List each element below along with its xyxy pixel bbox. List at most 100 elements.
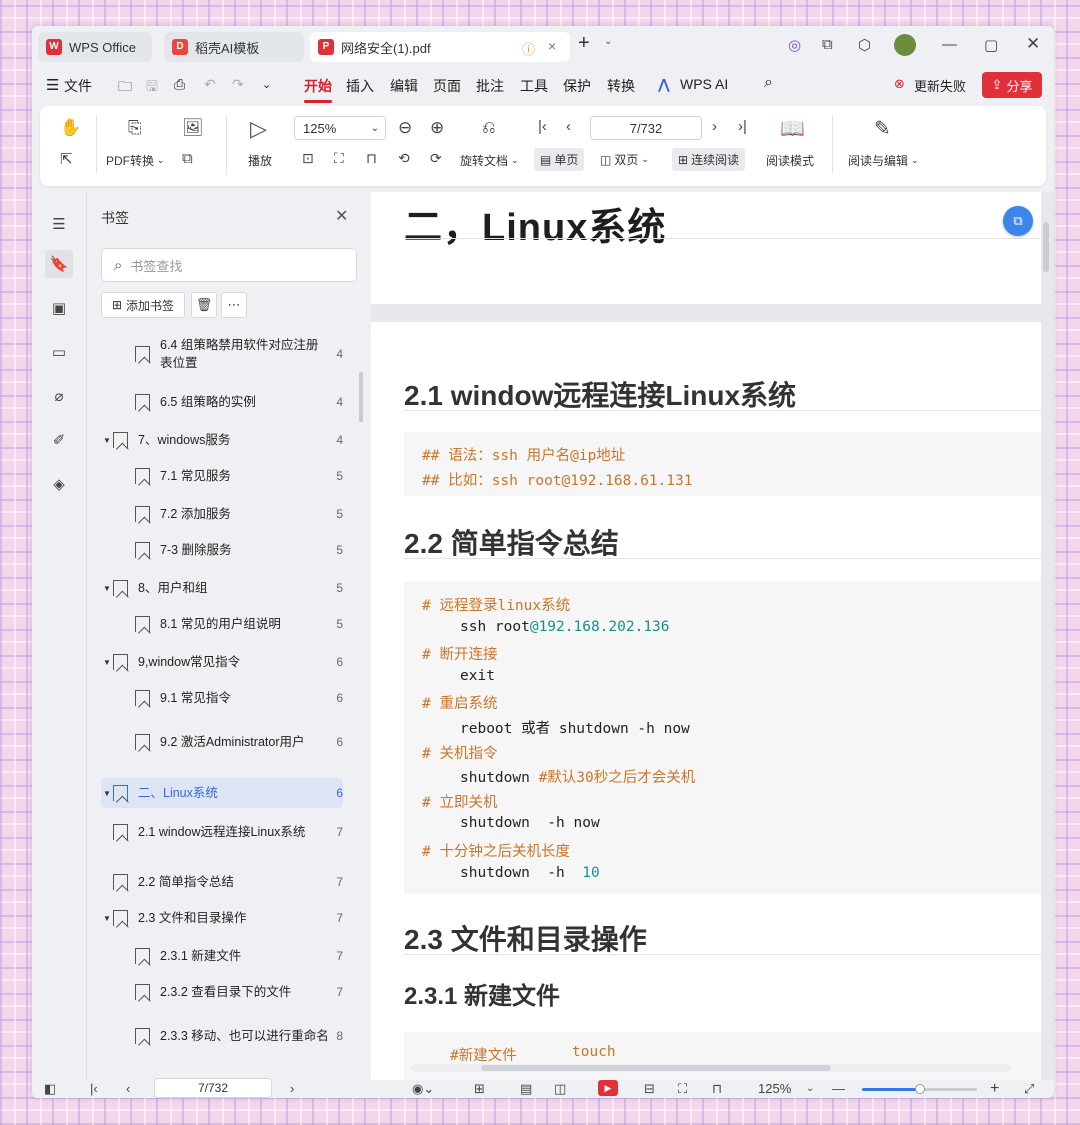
zoom-out-icon[interactable]: ⊖ bbox=[398, 118, 412, 138]
reading-view-icon[interactable]: ⊟ bbox=[644, 1080, 655, 1098]
undo-icon[interactable]: ↶ bbox=[204, 76, 216, 93]
expand-toggle-icon[interactable]: ▼ bbox=[101, 658, 113, 667]
last-page-icon[interactable]: ›| bbox=[738, 118, 747, 135]
first-page-icon[interactable]: |‹ bbox=[538, 118, 547, 135]
play-icon[interactable]: ▷ bbox=[250, 116, 267, 142]
menu-insert[interactable]: 插入 bbox=[346, 76, 374, 96]
save-icon[interactable]: 🖫 bbox=[146, 76, 158, 100]
bookmark-item[interactable]: 7-3 删除服务 5 bbox=[101, 538, 343, 562]
menu-tools[interactable]: 工具 bbox=[520, 76, 548, 96]
fit-page-icon[interactable]: ⛶ bbox=[678, 1080, 687, 1098]
attachment-icon[interactable]: ⌀ bbox=[45, 382, 73, 410]
tab-wps-office[interactable]: W WPS Office bbox=[38, 32, 152, 62]
zoom-in-icon[interactable]: + bbox=[990, 1080, 999, 1098]
document-viewer[interactable]: 二，Linux系统 ⧉ 2.1 window远程连接Linux系统 ## 语法：… bbox=[371, 192, 1054, 1080]
pdf-convert-icon[interactable]: ⎘ bbox=[128, 118, 142, 138]
play-icon[interactable]: ▶ bbox=[598, 1080, 618, 1096]
rotate-left-icon[interactable]: ⟲ bbox=[398, 150, 410, 167]
tab-docer-templates[interactable]: D 稻壳AI模板 bbox=[164, 32, 304, 62]
menu-wps-ai[interactable]: WPS AI bbox=[680, 76, 728, 92]
bookmark-item[interactable]: ▼ 9,window常见指令 6 bbox=[101, 650, 343, 674]
menu-file[interactable]: 文件 bbox=[64, 76, 92, 96]
chevron-down-icon[interactable]: ⌄ bbox=[806, 1080, 814, 1098]
rotate-document-button[interactable]: 旋转文档 ⌄ bbox=[460, 152, 519, 169]
zoom-out-icon[interactable]: — bbox=[832, 1080, 845, 1098]
status-zoom-value[interactable]: 125% bbox=[758, 1080, 791, 1098]
rotate-document-icon[interactable]: ⎌ bbox=[482, 118, 496, 138]
play-button[interactable]: 播放 bbox=[248, 152, 272, 169]
tab-pdf-document[interactable]: P 网络安全(1).pdf ⓘ × bbox=[310, 32, 570, 62]
double-page-button[interactable]: ◫ 双页 ⌄ bbox=[600, 151, 649, 168]
more-options-button[interactable]: ⋯ bbox=[221, 292, 247, 318]
bookmark-search-input[interactable]: ⌕ 书签查找 bbox=[101, 248, 357, 282]
expand-toggle-icon[interactable]: ▼ bbox=[101, 584, 113, 593]
menu-start[interactable]: 开始 bbox=[304, 76, 332, 103]
scroll-thumb[interactable] bbox=[481, 1065, 831, 1071]
bookmark-item[interactable]: 9.1 常见指令 6 bbox=[101, 686, 343, 710]
bookmark-icon[interactable]: 🔖 bbox=[45, 250, 73, 278]
copy-icon[interactable]: ⧉ bbox=[182, 150, 193, 167]
select-tool-icon[interactable]: ⇱ bbox=[60, 150, 73, 168]
signature-icon[interactable]: ✐ bbox=[45, 426, 73, 454]
redo-icon[interactable]: ↷ bbox=[232, 76, 244, 93]
bookmark-item[interactable]: ▼ 2.3 文件和目录操作 7 bbox=[101, 906, 343, 930]
reading-mode-button[interactable]: 阅读模式 bbox=[766, 152, 814, 169]
zoom-slider-knob[interactable] bbox=[914, 1084, 925, 1094]
layers-icon[interactable]: ◈ bbox=[45, 470, 73, 498]
print-icon[interactable]: ⎙ bbox=[174, 76, 185, 93]
prev-page-icon[interactable]: ‹ bbox=[126, 1080, 130, 1098]
single-view-icon[interactable]: ▤ bbox=[520, 1080, 532, 1098]
new-tab-icon[interactable]: + bbox=[578, 32, 590, 55]
fit-page-icon[interactable]: ⛶ bbox=[334, 150, 344, 167]
continuous-view-icon[interactable]: ⊞ bbox=[474, 1080, 485, 1098]
eye-icon[interactable]: ◉⌄ bbox=[412, 1080, 434, 1098]
bookmark-item[interactable]: 6.5 组策略的实例 4 bbox=[101, 390, 343, 414]
expand-toggle-icon[interactable]: ▼ bbox=[101, 789, 113, 798]
bookmark-item[interactable]: 2.3.2 查看目录下的文件 7 bbox=[101, 980, 343, 1004]
horizontal-scrollbar[interactable] bbox=[411, 1064, 1011, 1072]
menu-protect[interactable]: 保护 bbox=[563, 76, 591, 96]
cube-icon[interactable]: ⬡ bbox=[858, 36, 871, 54]
avatar[interactable] bbox=[894, 34, 916, 56]
delete-bookmark-button[interactable]: 🗑 bbox=[191, 292, 217, 318]
maximize-icon[interactable]: ▢ bbox=[984, 36, 998, 54]
comment-icon[interactable]: ▭ bbox=[45, 338, 73, 366]
close-window-icon[interactable]: ✕ bbox=[1026, 34, 1040, 54]
reading-mode-icon[interactable]: 📖 bbox=[780, 116, 805, 141]
zoom-select[interactable]: 125% ⌄ bbox=[294, 116, 386, 140]
next-page-icon[interactable]: › bbox=[712, 118, 717, 135]
search-icon[interactable]: ⌕ bbox=[764, 74, 773, 92]
vertical-scrollbar[interactable] bbox=[1043, 222, 1049, 272]
single-page-button[interactable]: ▤ 单页 bbox=[534, 148, 585, 171]
fit-width-icon[interactable]: ⊓ bbox=[712, 1080, 722, 1098]
window-switch-icon[interactable]: ⧉ bbox=[822, 36, 833, 53]
minimize-icon[interactable]: — bbox=[942, 36, 957, 53]
bookmark-item[interactable]: 2.3.1 新建文件 7 bbox=[101, 944, 343, 968]
bookmark-item[interactable]: 8.1 常见的用户组说明 5 bbox=[101, 612, 343, 636]
menu-convert[interactable]: 转换 bbox=[607, 76, 635, 96]
float-tool-icon[interactable]: ⧉ bbox=[1003, 206, 1033, 236]
menu-edit[interactable]: 编辑 bbox=[390, 76, 418, 96]
bookmark-item[interactable]: ▼ 7、windows服务 4 bbox=[101, 428, 343, 452]
update-status[interactable]: 更新失败 bbox=[914, 76, 966, 95]
zoom-slider[interactable] bbox=[862, 1084, 977, 1094]
read-edit-button[interactable]: 阅读与编辑 ⌄ bbox=[848, 152, 919, 169]
expand-toggle-icon[interactable]: ▼ bbox=[101, 914, 113, 923]
next-page-icon[interactable]: › bbox=[290, 1080, 294, 1098]
pdf-convert-button[interactable]: PDF转换 ⌄ bbox=[106, 152, 165, 169]
image-icon[interactable]: 🖼 bbox=[182, 118, 204, 138]
bookmark-item[interactable]: 7.1 常见服务 5 bbox=[101, 464, 343, 488]
hand-tool-icon[interactable]: ✋ bbox=[60, 118, 81, 138]
thumbnail-icon[interactable]: ▣ bbox=[45, 294, 73, 322]
expand-toggle-icon[interactable]: ▼ bbox=[101, 436, 113, 445]
fit-width-icon[interactable]: ⊓ bbox=[366, 150, 377, 167]
hamburger-icon[interactable]: ☰ bbox=[46, 76, 59, 94]
close-panel-icon[interactable]: ✕ bbox=[335, 206, 348, 226]
double-view-icon[interactable]: ◫ bbox=[554, 1080, 566, 1098]
panel-scrollbar[interactable] bbox=[359, 372, 363, 422]
first-page-icon[interactable]: |‹ bbox=[90, 1080, 98, 1098]
bookmark-item[interactable]: 2.3.3 移动、也可以进行重命名 8 bbox=[101, 1018, 343, 1054]
status-page-input[interactable]: 7/732 bbox=[154, 1078, 272, 1098]
sidebar-toggle-icon[interactable]: ◧ bbox=[44, 1080, 56, 1098]
close-tab-icon[interactable]: × bbox=[548, 38, 556, 54]
